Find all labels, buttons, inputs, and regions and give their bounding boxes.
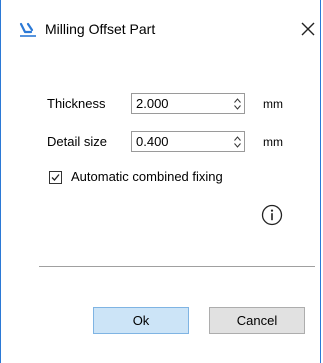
detail-size-label: Detail size — [47, 134, 107, 149]
ok-button[interactable]: Ok — [93, 307, 189, 334]
chevron-down-icon[interactable] — [233, 142, 241, 148]
detail-size-unit: mm — [263, 135, 283, 149]
detail-size-value: 0.400 — [136, 134, 169, 149]
auto-fixing-checkbox[interactable] — [49, 171, 62, 184]
info-icon[interactable] — [261, 204, 283, 226]
thickness-value: 2.000 — [136, 96, 169, 111]
thickness-spinner[interactable] — [230, 94, 244, 113]
thickness-unit: mm — [263, 97, 283, 111]
part-icon — [19, 22, 36, 37]
thickness-label: Thickness — [47, 96, 106, 111]
milling-offset-dialog: Milling Offset Part Thickness 2.000 mm D… — [0, 0, 321, 363]
chevron-up-icon[interactable] — [233, 97, 241, 103]
auto-fixing-label[interactable]: Automatic combined fixing — [71, 169, 223, 184]
close-icon[interactable] — [298, 19, 318, 39]
chevron-up-icon[interactable] — [233, 135, 241, 141]
detail-size-spinner[interactable] — [230, 132, 244, 151]
window-title: Milling Offset Part — [45, 21, 156, 37]
chevron-down-icon[interactable] — [233, 104, 241, 110]
title-bar: Milling Offset Part — [1, 0, 320, 44]
detail-size-input[interactable]: 0.400 — [131, 131, 245, 152]
cancel-button[interactable]: Cancel — [209, 307, 305, 334]
check-icon — [51, 174, 60, 181]
divider — [39, 266, 315, 267]
thickness-input[interactable]: 2.000 — [131, 93, 245, 114]
